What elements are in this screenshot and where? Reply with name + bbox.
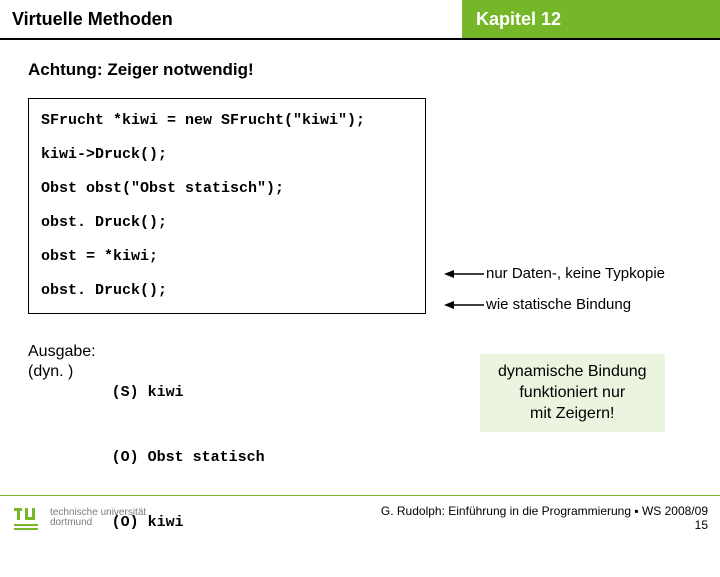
- slide-number: 15: [381, 518, 708, 532]
- code-line: SFrucht *kiwi = new SFrucht("kiwi");: [41, 109, 413, 133]
- chapter-badge: Kapitel 12: [462, 0, 720, 38]
- output-label-line: Ausgabe:: [28, 342, 96, 362]
- arrow-left-icon: [444, 299, 484, 311]
- slide-footer: technische universität dortmund G. Rudol…: [0, 496, 720, 540]
- code-blank: [41, 235, 413, 245]
- footer-credit: G. Rudolph: Einführung in die Programmie…: [381, 504, 708, 533]
- output-label-line: (dyn. ): [28, 362, 96, 382]
- tu-logo: technische universität dortmund: [12, 505, 146, 531]
- credit-text: G. Rudolph: Einführung in die Programmie…: [381, 504, 708, 518]
- tu-text: technische universität dortmund: [50, 508, 146, 529]
- code-blank: [41, 201, 413, 211]
- code-blank: [41, 167, 413, 177]
- output-code: (S) kiwi (O) Obst statisch (O) kiwi: [112, 338, 265, 577]
- highlight-line: funktioniert nur: [498, 383, 647, 404]
- output-line: (O) Obst statisch: [112, 447, 265, 469]
- highlight-line: dynamische Bindung: [498, 362, 647, 383]
- annotation-row: nur Daten-, keine Typkopie: [444, 265, 665, 282]
- annotation-text: nur Daten-, keine Typkopie: [486, 265, 665, 282]
- output-label: Ausgabe: (dyn. ): [28, 338, 96, 382]
- code-blank: [41, 133, 413, 143]
- warning-heading: Achtung: Zeiger notwendig!: [28, 60, 692, 80]
- code-line: obst. Druck();: [41, 279, 413, 303]
- code-line: kiwi->Druck();: [41, 143, 413, 167]
- highlight-line: mit Zeigern!: [498, 404, 647, 425]
- code-line: Obst obst("Obst statisch");: [41, 177, 413, 201]
- annotations: nur Daten-, keine Typkopie wie statische…: [444, 265, 665, 327]
- output-line: (S) kiwi: [112, 382, 265, 404]
- highlight-box: dynamische Bindung funktioniert nur mit …: [480, 354, 665, 432]
- code-line: obst. Druck();: [41, 211, 413, 235]
- slide-header: Virtuelle Methoden Kapitel 12: [0, 0, 720, 38]
- arrow-left-icon: [444, 268, 484, 280]
- code-box: SFrucht *kiwi = new SFrucht("kiwi"); kiw…: [28, 98, 426, 314]
- uni-line: dortmund: [50, 518, 146, 529]
- slide-title: Virtuelle Methoden: [0, 0, 462, 38]
- code-line: obst = *kiwi;: [41, 245, 413, 269]
- annotation-row: wie statische Bindung: [444, 296, 665, 313]
- code-blank: [41, 269, 413, 279]
- tu-mark-icon: [12, 505, 42, 531]
- annotation-text: wie statische Bindung: [486, 296, 631, 313]
